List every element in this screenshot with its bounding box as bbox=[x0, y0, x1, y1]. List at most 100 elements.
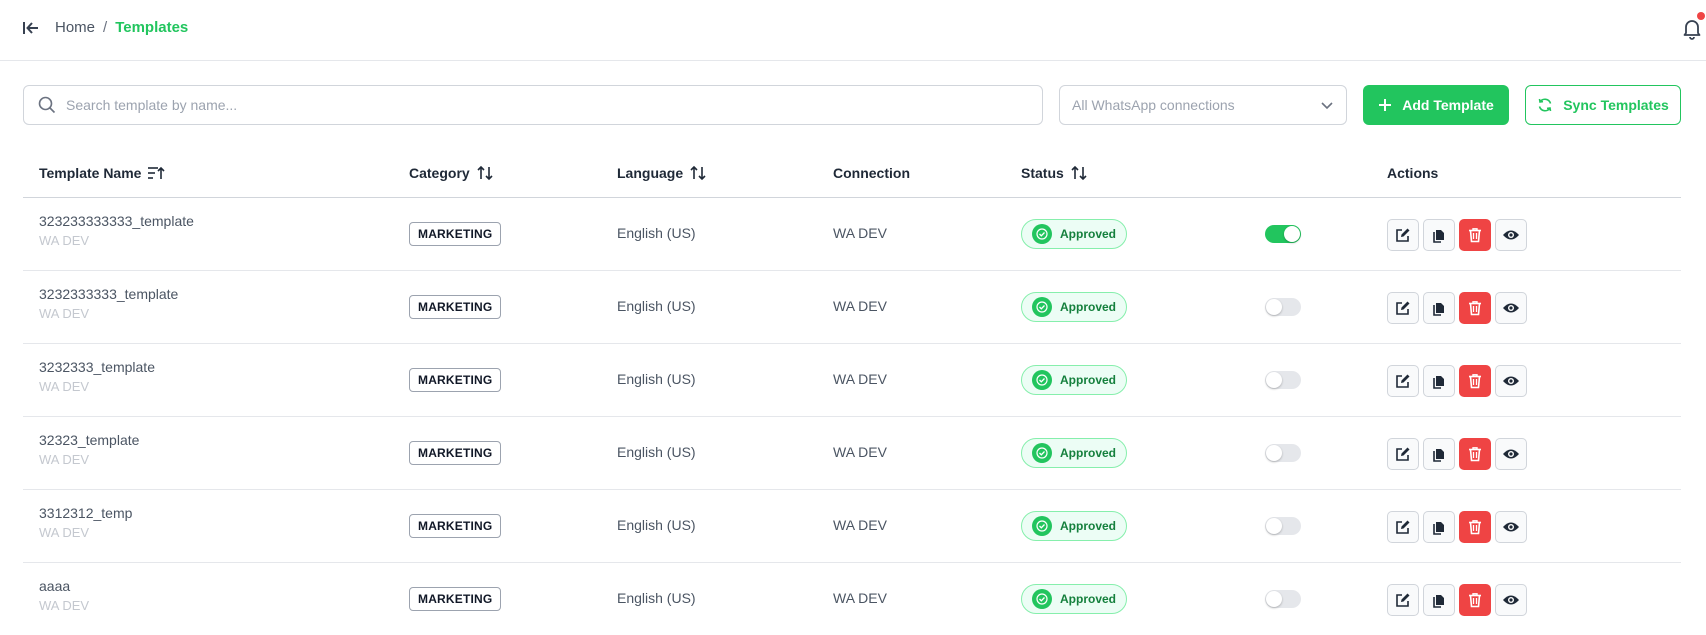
delete-button[interactable] bbox=[1459, 219, 1491, 251]
view-button[interactable] bbox=[1495, 511, 1527, 543]
edit-button[interactable] bbox=[1387, 584, 1419, 616]
enable-toggle[interactable] bbox=[1265, 590, 1301, 608]
copy-button[interactable] bbox=[1423, 511, 1455, 543]
toggle-knob bbox=[1266, 518, 1282, 534]
template-connection: WA DEV bbox=[833, 444, 887, 460]
row-actions bbox=[1387, 438, 1527, 470]
edit-button[interactable] bbox=[1387, 365, 1419, 397]
category-badge: MARKETING bbox=[409, 368, 502, 392]
delete-button[interactable] bbox=[1459, 438, 1491, 470]
sort-icon bbox=[148, 166, 166, 179]
enable-toggle[interactable] bbox=[1265, 371, 1301, 389]
edit-icon bbox=[1396, 447, 1410, 461]
column-header-actions-label: Actions bbox=[1387, 165, 1439, 181]
status-icon-wrap bbox=[1032, 589, 1052, 609]
breadcrumb-home-link[interactable]: Home bbox=[55, 19, 95, 36]
view-button[interactable] bbox=[1495, 584, 1527, 616]
copy-button[interactable] bbox=[1423, 292, 1455, 324]
template-name[interactable]: 3232333333_template bbox=[39, 286, 178, 302]
edit-button[interactable] bbox=[1387, 292, 1419, 324]
column-header-status[interactable]: Status bbox=[1021, 165, 1088, 181]
copy-icon bbox=[1433, 595, 1444, 608]
top-bar: Home / Templates bbox=[0, 0, 1706, 61]
check-circle-icon bbox=[1036, 228, 1048, 240]
connection-select[interactable]: All WhatsApp connections bbox=[1059, 85, 1347, 125]
trash-icon bbox=[1469, 374, 1481, 389]
eye-icon bbox=[1503, 303, 1519, 313]
toggle-knob bbox=[1284, 226, 1300, 242]
breadcrumb: Home / Templates bbox=[55, 19, 188, 36]
delete-button[interactable] bbox=[1459, 292, 1491, 324]
view-button[interactable] bbox=[1495, 365, 1527, 397]
enable-toggle[interactable] bbox=[1265, 298, 1301, 316]
template-name[interactable]: 323233333333_template bbox=[39, 213, 194, 229]
status-icon-wrap bbox=[1032, 443, 1052, 463]
sort-icon bbox=[477, 165, 493, 181]
edit-icon bbox=[1396, 228, 1410, 242]
template-name[interactable]: 3232333_template bbox=[39, 359, 155, 375]
view-button[interactable] bbox=[1495, 292, 1527, 324]
enable-toggle[interactable] bbox=[1265, 444, 1301, 462]
column-header-actions: Actions bbox=[1387, 165, 1438, 181]
template-name[interactable]: 32323_template bbox=[39, 432, 139, 448]
copy-button[interactable] bbox=[1423, 438, 1455, 470]
sync-templates-button[interactable]: Sync Templates bbox=[1525, 85, 1681, 125]
delete-button[interactable] bbox=[1459, 511, 1491, 543]
copy-icon bbox=[1433, 376, 1444, 389]
column-header-name-label: Template Name bbox=[39, 165, 142, 181]
sync-icon bbox=[1538, 98, 1552, 112]
check-circle-icon bbox=[1036, 593, 1048, 605]
connection-select-value: All WhatsApp connections bbox=[1072, 97, 1235, 113]
template-connection: WA DEV bbox=[833, 371, 887, 387]
enable-toggle[interactable] bbox=[1265, 517, 1301, 535]
template-language: English (US) bbox=[617, 517, 696, 533]
trash-icon bbox=[1469, 593, 1481, 608]
column-header-category[interactable]: Category bbox=[409, 165, 494, 181]
template-connection: WA DEV bbox=[833, 590, 887, 606]
eye-icon bbox=[1503, 230, 1519, 240]
edit-button[interactable] bbox=[1387, 219, 1419, 251]
search-box[interactable] bbox=[23, 85, 1043, 125]
edit-icon bbox=[1396, 301, 1410, 315]
status-badge: Approved bbox=[1021, 511, 1128, 541]
collapse-sidebar-icon[interactable] bbox=[22, 19, 40, 37]
category-badge: MARKETING bbox=[409, 441, 502, 465]
column-header-connection-label: Connection bbox=[833, 165, 910, 181]
table-row: 3232333_template WA DEV MARKETING English (… bbox=[23, 344, 1681, 417]
template-name[interactable]: 3312312_temp bbox=[39, 505, 132, 521]
toggle-knob bbox=[1266, 445, 1282, 461]
delete-button[interactable] bbox=[1459, 365, 1491, 397]
row-actions bbox=[1387, 584, 1527, 616]
delete-button[interactable] bbox=[1459, 584, 1491, 616]
category-badge: MARKETING bbox=[409, 587, 502, 611]
template-connection: WA DEV bbox=[833, 517, 887, 533]
column-header-name[interactable]: Template Name bbox=[39, 165, 166, 181]
copy-icon bbox=[1433, 449, 1444, 462]
template-connection-sub: WA DEV bbox=[39, 598, 90, 613]
copy-button[interactable] bbox=[1423, 219, 1455, 251]
view-button[interactable] bbox=[1495, 438, 1527, 470]
enable-toggle[interactable] bbox=[1265, 225, 1301, 243]
eye-icon bbox=[1503, 595, 1519, 605]
template-name[interactable]: aaaa bbox=[39, 578, 70, 594]
copy-button[interactable] bbox=[1423, 584, 1455, 616]
template-language: English (US) bbox=[617, 590, 696, 606]
table-row: 3232333333_template WA DEV MARKETING Englis… bbox=[23, 271, 1681, 344]
column-header-language[interactable]: Language bbox=[617, 165, 707, 181]
status-label: Approved bbox=[1060, 519, 1117, 533]
edit-icon bbox=[1396, 374, 1410, 388]
column-header-language-label: Language bbox=[617, 165, 684, 181]
category-badge: MARKETING bbox=[409, 222, 502, 246]
status-label: Approved bbox=[1060, 227, 1117, 241]
edit-button[interactable] bbox=[1387, 511, 1419, 543]
view-button[interactable] bbox=[1495, 219, 1527, 251]
trash-icon bbox=[1469, 447, 1481, 462]
copy-button[interactable] bbox=[1423, 365, 1455, 397]
search-input[interactable] bbox=[66, 97, 966, 113]
check-circle-icon bbox=[1036, 520, 1048, 532]
check-circle-icon bbox=[1036, 374, 1048, 386]
category-badge: MARKETING bbox=[409, 514, 502, 538]
add-template-button[interactable]: Add Template bbox=[1363, 85, 1509, 125]
edit-button[interactable] bbox=[1387, 438, 1419, 470]
add-template-label: Add Template bbox=[1402, 97, 1494, 113]
